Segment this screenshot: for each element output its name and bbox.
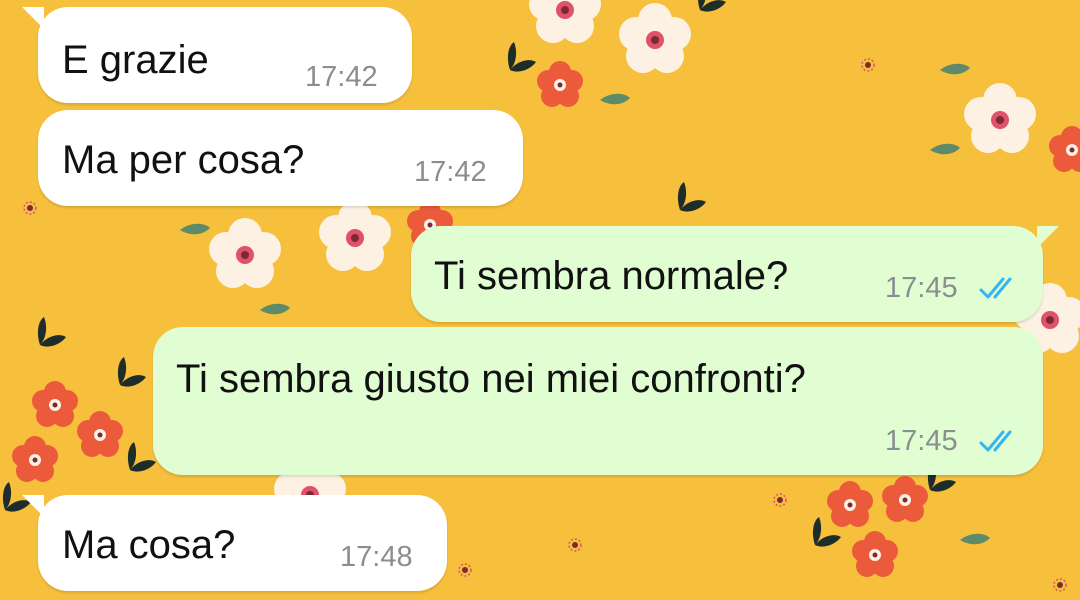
message-text: Ma per cosa?	[62, 138, 305, 182]
message-bubble-incoming[interactable]: Ma cosa? 17:48	[22, 495, 447, 591]
double-check-read-icon	[979, 277, 1012, 299]
message-timestamp: 17:42	[305, 61, 378, 93]
bubble-tail	[22, 7, 44, 29]
message-text: Ti sembra giusto nei miei confronti?	[176, 357, 806, 401]
message-text: Ti sembra normale?	[434, 254, 789, 298]
message-bubble-outgoing[interactable]: Ti sembra giusto nei miei confronti? 17:…	[153, 327, 1043, 475]
message-timestamp: 17:48	[340, 541, 413, 573]
double-check-read-icon	[979, 430, 1012, 452]
message-text: E grazie	[62, 38, 209, 82]
message-text: Ma cosa?	[62, 523, 236, 567]
message-bubble-incoming[interactable]: Ma per cosa? 17:42	[38, 110, 523, 206]
message-bubble-outgoing[interactable]: Ti sembra normale? 17:45	[411, 226, 1059, 322]
bubble-tail	[1037, 226, 1059, 248]
message-timestamp: 17:45	[885, 272, 958, 304]
message-timestamp: 17:45	[885, 425, 958, 457]
message-bubble-incoming[interactable]: E grazie 17:42	[22, 7, 412, 103]
bubble-tail	[22, 495, 44, 517]
message-timestamp: 17:42	[414, 156, 487, 188]
